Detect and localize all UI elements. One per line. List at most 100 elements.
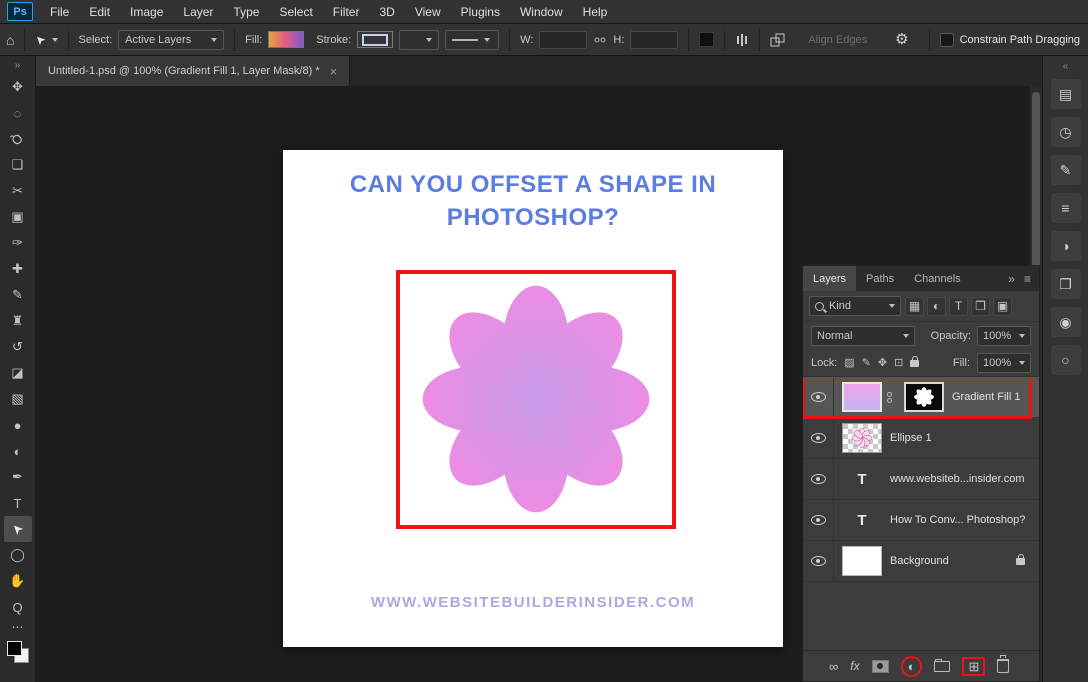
- lock-transparent-pixels-icon[interactable]: ▨: [844, 358, 854, 369]
- eraser-tool[interactable]: ◪: [4, 360, 32, 386]
- ellipse-shape-tool[interactable]: ◯: [4, 542, 32, 568]
- menu-3d[interactable]: 3D: [369, 0, 404, 24]
- layer-effects-icon[interactable]: fx: [850, 659, 859, 673]
- home-icon[interactable]: ⌂: [6, 33, 14, 47]
- dock-collapse-chevron[interactable]: «: [1063, 59, 1069, 75]
- blend-mode-dropdown[interactable]: Normal: [811, 326, 915, 346]
- dodge-tool[interactable]: ◐: [4, 438, 32, 464]
- edit-toolbar-icon[interactable]: ⋯: [12, 620, 24, 636]
- current-tool-icon[interactable]: ➤: [32, 31, 49, 48]
- menu-filter[interactable]: Filter: [323, 0, 370, 24]
- color-swatches[interactable]: [7, 641, 29, 663]
- menu-view[interactable]: View: [405, 0, 451, 24]
- filter-kind-dropdown[interactable]: Kind: [809, 296, 901, 316]
- menu-select[interactable]: Select: [269, 0, 322, 24]
- filter-adjustment-layers-icon[interactable]: ◐: [927, 297, 946, 316]
- layer-row-background[interactable]: Background: [803, 541, 1039, 582]
- lock-image-pixels-icon[interactable]: ✎: [862, 358, 871, 369]
- filter-type-layers-icon[interactable]: T: [949, 297, 968, 316]
- menu-layer[interactable]: Layer: [173, 0, 223, 24]
- elliptical-marquee-tool[interactable]: ◌: [4, 100, 32, 126]
- color-panel-icon[interactable]: ◑: [1051, 231, 1081, 261]
- crop-tool[interactable]: ✂: [4, 178, 32, 204]
- select-mode-dropdown[interactable]: Active Layers: [118, 30, 224, 50]
- panel-menu-icon[interactable]: ≡: [1024, 272, 1031, 286]
- menu-image[interactable]: Image: [120, 0, 173, 24]
- document-canvas[interactable]: CAN YOU OFFSET A SHAPE IN PHOTOSHOP?: [283, 150, 783, 647]
- filter-smart-objects-icon[interactable]: ▣: [993, 297, 1012, 316]
- pen-tool[interactable]: ✒: [4, 464, 32, 490]
- gradient-layer-thumbnail[interactable]: [842, 382, 882, 412]
- layer-row-ellipse[interactable]: Ellipse 1: [803, 418, 1039, 459]
- swatches-panel-icon[interactable]: ○: [1051, 345, 1081, 375]
- layer-visibility-toggle[interactable]: [803, 377, 834, 417]
- move-tool[interactable]: ✥: [4, 74, 32, 100]
- fill-swatch[interactable]: [268, 31, 304, 48]
- type-layer-icon[interactable]: T: [842, 464, 882, 494]
- libraries-panel-icon[interactable]: ▤: [1051, 79, 1081, 109]
- adjustments-panel-icon[interactable]: ◉: [1051, 307, 1081, 337]
- eyedropper-tool[interactable]: ✑: [4, 230, 32, 256]
- object-selection-tool[interactable]: ❏: [4, 152, 32, 178]
- layer-visibility-toggle[interactable]: [803, 541, 834, 581]
- opacity-dropdown[interactable]: 100%: [977, 326, 1031, 346]
- hand-tool[interactable]: ✋: [4, 568, 32, 594]
- panel-collapse-icon[interactable]: »: [1008, 272, 1015, 286]
- tab-channels[interactable]: Channels: [904, 266, 970, 291]
- menu-type[interactable]: Type: [223, 0, 269, 24]
- link-layers-icon[interactable]: ∞: [829, 660, 838, 673]
- menu-file[interactable]: File: [40, 0, 79, 24]
- menu-window[interactable]: Window: [510, 0, 573, 24]
- tab-layers[interactable]: Layers: [803, 266, 856, 291]
- path-selection-tool[interactable]: ➤: [4, 516, 32, 542]
- shape-layer-thumbnail[interactable]: [842, 423, 882, 453]
- toolbar-expand-chevron[interactable]: »: [15, 58, 21, 74]
- constrain-path-icon[interactable]: [940, 33, 954, 47]
- path-alignment-icon[interactable]: [735, 33, 749, 47]
- frame-tool[interactable]: ▣: [4, 204, 32, 230]
- lock-artboard-icon[interactable]: ⊡: [894, 358, 903, 369]
- menu-plugins[interactable]: Plugins: [451, 0, 510, 24]
- type-layer-icon[interactable]: T: [842, 505, 882, 535]
- add-layer-mask-icon[interactable]: [872, 660, 889, 673]
- lasso-tool[interactable]: Q: [4, 126, 32, 152]
- stroke-swatch[interactable]: [357, 31, 393, 48]
- brushes-panel-icon[interactable]: ✎: [1051, 155, 1081, 185]
- layer-visibility-toggle[interactable]: [803, 459, 834, 499]
- stroke-type-dropdown[interactable]: [445, 30, 499, 50]
- gear-icon[interactable]: ⚙: [895, 32, 908, 47]
- fill-dropdown[interactable]: 100%: [977, 353, 1031, 373]
- background-layer-thumbnail[interactable]: [842, 546, 882, 576]
- layer-mask-thumbnail[interactable]: [904, 382, 944, 412]
- document-tab[interactable]: Untitled-1.psd @ 100% (Gradient Fill 1, …: [36, 56, 350, 86]
- layer-visibility-toggle[interactable]: [803, 500, 834, 540]
- properties-panel-icon[interactable]: ≡: [1051, 193, 1081, 223]
- path-operations-icon[interactable]: [770, 33, 786, 47]
- gradient-tool[interactable]: ▧: [4, 386, 32, 412]
- layer-visibility-toggle[interactable]: [803, 418, 834, 458]
- menu-edit[interactable]: Edit: [79, 0, 120, 24]
- layer-row-text-url[interactable]: T www.websiteb...insider.com: [803, 459, 1039, 500]
- layers-panel-icon[interactable]: ❐: [1051, 269, 1081, 299]
- filter-pixel-layers-icon[interactable]: ▦: [905, 297, 924, 316]
- new-group-icon[interactable]: [934, 661, 950, 672]
- new-adjustment-layer-icon[interactable]: ◐: [908, 660, 916, 673]
- filter-shape-layers-icon[interactable]: ❒: [971, 297, 990, 316]
- mask-link-icon[interactable]: [882, 392, 896, 403]
- new-layer-icon[interactable]: ⊞: [968, 660, 979, 673]
- link-dimensions-icon[interactable]: [595, 33, 606, 47]
- tab-paths[interactable]: Paths: [856, 266, 904, 291]
- clone-stamp-tool[interactable]: ♜: [4, 308, 32, 334]
- layer-row-gradient-fill[interactable]: Gradient Fill 1: [803, 377, 1039, 418]
- menu-help[interactable]: Help: [573, 0, 618, 24]
- zoom-tool[interactable]: Q: [4, 594, 32, 620]
- close-icon[interactable]: ×: [330, 64, 338, 79]
- shape-height-input[interactable]: [630, 31, 678, 49]
- shape-width-input[interactable]: [539, 31, 587, 49]
- lock-position-icon[interactable]: ✥: [878, 358, 887, 369]
- lock-all-icon[interactable]: [910, 360, 919, 367]
- history-brush-tool[interactable]: ↺: [4, 334, 32, 360]
- brush-tool[interactable]: ✎: [4, 282, 32, 308]
- type-tool[interactable]: T: [4, 490, 32, 516]
- history-panel-icon[interactable]: ◷: [1051, 117, 1081, 147]
